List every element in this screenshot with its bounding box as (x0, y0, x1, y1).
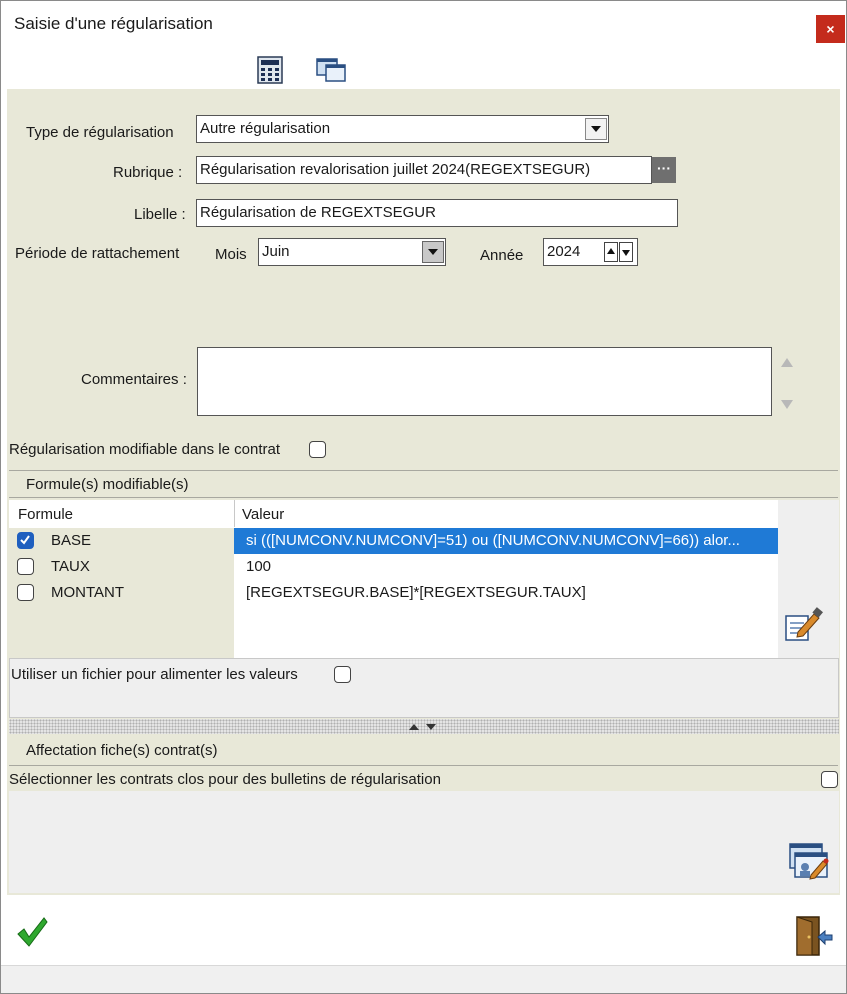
chevron-down-icon (591, 126, 601, 132)
valeur-cell[interactable]: [REGEXTSEGUR.BASE]*[REGEXTSEGUR.TAUX] (234, 580, 778, 606)
separator (9, 765, 838, 766)
commentaires-label: Commentaires : (81, 371, 187, 388)
table-row[interactable]: MONTANT [REGEXTSEGUR.BASE]*[REGEXTSEGUR.… (9, 580, 778, 606)
fichier-checkbox[interactable] (334, 666, 351, 683)
libelle-label: Libelle : (134, 206, 186, 223)
row-checkbox[interactable] (17, 584, 34, 601)
formule-name: TAUX (51, 558, 90, 575)
annee-value: 2024 (547, 243, 581, 260)
close-button[interactable]: × (816, 15, 845, 43)
valeur-text: si (([NUMCONV.NUMCONV]=51) ou ([NUMCONV.… (246, 532, 740, 549)
contracts-edit-icon[interactable] (787, 841, 831, 881)
clos-label: Sélectionner les contrats clos pour des … (9, 771, 441, 788)
footer (1, 901, 846, 965)
title-bar: Saisie d'une régularisation × (1, 1, 846, 47)
exit-door-icon[interactable] (794, 915, 834, 957)
dialog-window: Saisie d'une régularisation × Type de ré… (0, 0, 847, 994)
rubrique-browse-button[interactable]: ··· (652, 157, 676, 183)
panel-splitter[interactable] (9, 719, 839, 734)
empty-area (9, 606, 234, 658)
formule-cell: TAUX (9, 554, 234, 580)
column-header-formule[interactable]: Formule (18, 506, 73, 523)
periode-label: Période de rattachement (15, 245, 180, 262)
row-checkbox[interactable] (17, 532, 34, 549)
type-dropdown-button[interactable] (585, 118, 607, 140)
valeur-cell[interactable]: si (([NUMCONV.NUMCONV]=51) ou ([NUMCONV.… (234, 528, 778, 554)
libelle-input[interactable]: Régularisation de REGEXTSEGUR (196, 199, 678, 227)
mois-dropdown[interactable]: Juin (258, 238, 446, 266)
table-row[interactable]: BASE si (([NUMCONV.NUMCONV]=51) ou ([NUM… (9, 528, 778, 554)
rubrique-value: Régularisation revalorisation juillet 20… (200, 161, 591, 178)
rubrique-label: Rubrique : (113, 164, 183, 181)
toolbar (1, 47, 846, 89)
calculator-icon[interactable] (255, 55, 285, 85)
commentaires-textarea[interactable] (197, 347, 772, 416)
formule-name: BASE (51, 532, 92, 549)
libelle-value: Régularisation de REGEXTSEGUR (200, 204, 436, 221)
contracts-area (9, 791, 839, 893)
annee-spin-buttons[interactable] (604, 242, 634, 262)
annee-label: Année (480, 247, 524, 264)
separator (9, 497, 838, 498)
clos-checkbox[interactable] (821, 771, 838, 788)
formules-table: Formule Valeur BASE si (([NUMCONV.NUMCON… (9, 500, 778, 658)
row-checkbox[interactable] (17, 558, 34, 575)
commentaires-scrollbar[interactable] (776, 351, 798, 415)
type-label: Type de régularisation (26, 124, 174, 141)
edit-formula-icon[interactable] (784, 606, 824, 642)
windows-icon[interactable] (315, 55, 346, 85)
separator (9, 470, 838, 471)
type-value: Autre régularisation (200, 120, 331, 137)
column-divider (234, 500, 235, 527)
affectation-section-title: Affectation fiche(s) contrat(s) (26, 742, 218, 759)
rubrique-field[interactable]: Régularisation revalorisation juillet 20… (196, 156, 652, 184)
mois-label: Mois (215, 246, 247, 263)
fichier-label: Utiliser un fichier pour alimenter les v… (11, 666, 298, 683)
validate-check-icon[interactable] (15, 915, 49, 949)
fichier-panel: Utiliser un fichier pour alimenter les v… (9, 658, 839, 718)
valeur-text: 100 (246, 558, 272, 575)
status-bar (1, 965, 846, 993)
formules-side-panel (778, 500, 839, 658)
formule-name: MONTANT (51, 584, 125, 601)
valeur-text: [REGEXTSEGUR.BASE]*[REGEXTSEGUR.TAUX] (246, 584, 586, 601)
type-dropdown[interactable]: Autre régularisation (196, 115, 609, 143)
formules-section-title: Formule(s) modifiable(s) (26, 476, 189, 493)
mois-dropdown-button[interactable] (422, 241, 444, 263)
formule-cell: BASE (9, 528, 234, 554)
window-title: Saisie d'une régularisation (14, 14, 213, 33)
valeur-cell[interactable]: 100 (234, 554, 778, 580)
column-header-valeur[interactable]: Valeur (242, 506, 284, 523)
formule-cell: MONTANT (9, 580, 234, 606)
modifiable-label: Régularisation modifiable dans le contra… (9, 441, 280, 458)
modifiable-checkbox[interactable] (309, 441, 326, 458)
chevron-down-icon (428, 249, 438, 255)
mois-value: Juin (262, 243, 290, 260)
table-row[interactable]: TAUX 100 (9, 554, 778, 580)
